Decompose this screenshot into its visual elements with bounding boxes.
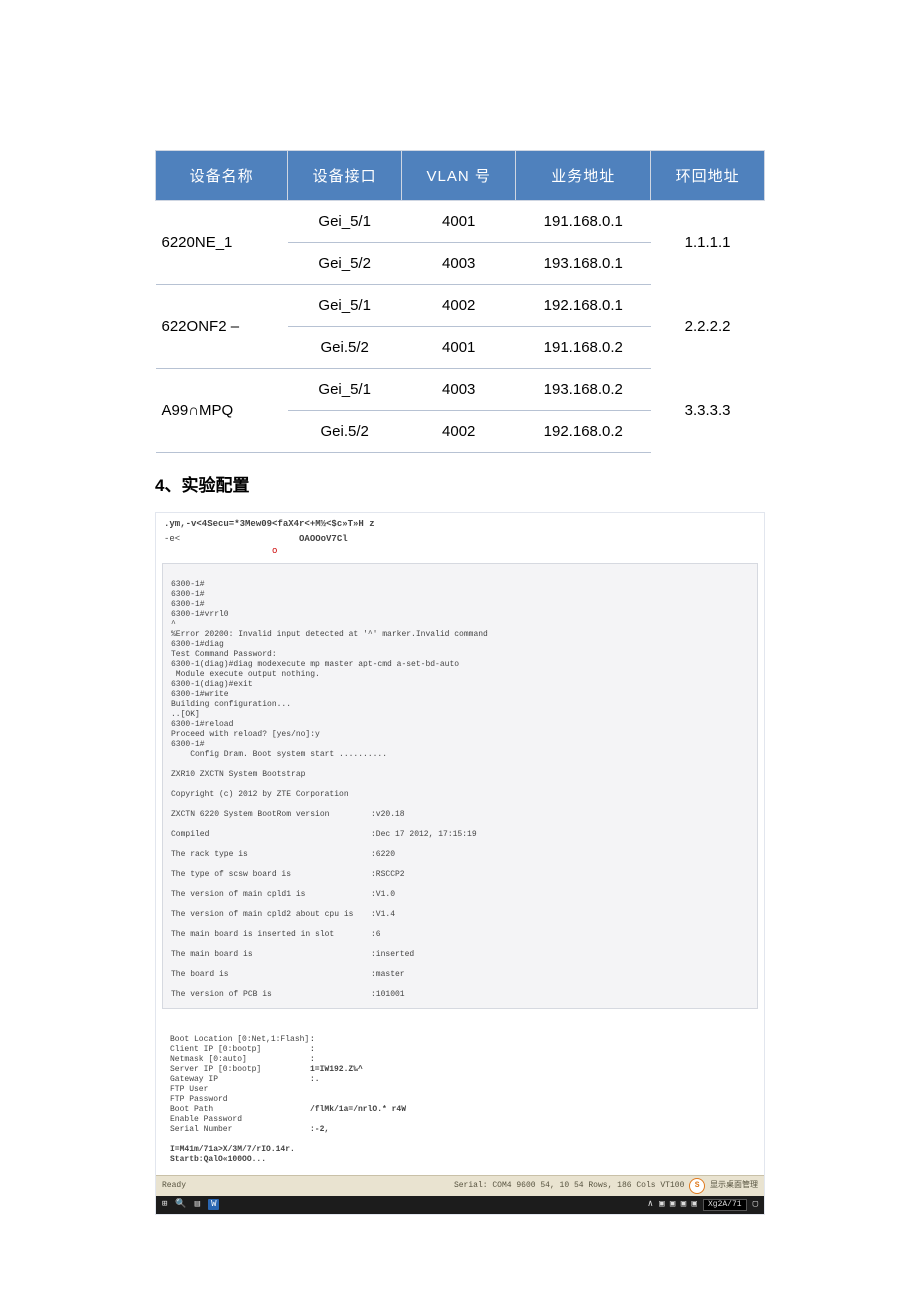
boot-row: Serial Number:-2, xyxy=(170,1125,329,1134)
cell-device: A99∩MPQ xyxy=(156,369,288,453)
device-table: 设备名称 设备接口 VLAN 号 业务地址 环回地址 6220NE_1Gei_5… xyxy=(155,150,765,453)
term-row: The main board is:inserted xyxy=(171,950,749,960)
boot-final-bold: I=M41m/71a>X/3M/7/rIO.14r. Startb:QalO«1… xyxy=(170,1145,295,1164)
term-row: The main board is inserted in slot:6 xyxy=(171,930,749,940)
boot-row: Boot Path/flMk/1a=/nrlO.* r4W xyxy=(170,1105,406,1114)
col-loop: 环回地址 xyxy=(651,151,765,201)
cell-device: 6220NE_1 xyxy=(156,201,288,285)
cell-device: 622ONF2 – xyxy=(156,285,288,369)
ime-tag: Xg2A/71 xyxy=(703,1199,747,1211)
term-row: The rack type is:6220 xyxy=(171,850,749,860)
boot-row: Enable Password xyxy=(170,1115,310,1124)
boot-row: Netmask [0:auto]: xyxy=(170,1055,315,1064)
cell-ifc: Gei.5/2 xyxy=(288,327,402,369)
terminal-output: 6300-1# 6300-1# 6300-1# 6300-1#vrrl0 ^ %… xyxy=(162,563,758,1009)
shot-sub-right: OAOOoV7Cl xyxy=(299,534,348,544)
cell-biz: 193.168.0.2 xyxy=(516,369,651,411)
tray-up-icon[interactable]: ∧ xyxy=(648,1199,653,1210)
cell-loopback: 1.1.1.1 xyxy=(651,201,765,285)
col-biz: 业务地址 xyxy=(516,151,651,201)
status-cn: 显示桌面管理 xyxy=(710,1181,758,1190)
red-dot-icon: o xyxy=(164,546,277,556)
col-ifc: 设备接口 xyxy=(288,151,402,201)
boot-row: Server IP [0:bootp]1=IW192.Z‰^ xyxy=(170,1065,363,1074)
col-device: 设备名称 xyxy=(156,151,288,201)
cell-vlan: 4001 xyxy=(402,327,516,369)
term-row: ZXCTN 6220 System BootRom version:v20.18 xyxy=(171,810,749,820)
status-bar: Ready Serial: COM4 9600 54, 10 54 Rows, … xyxy=(156,1175,764,1196)
cell-vlan: 4002 xyxy=(402,285,516,327)
windows-taskbar: ⊞ 🔍 ▤ W ∧ ▣ ▣ ▣ ▣ Xg2A/71 ▢ xyxy=(156,1196,764,1214)
cell-ifc: Gei_5/2 xyxy=(288,243,402,285)
cell-ifc: Gei_5/1 xyxy=(288,285,402,327)
word-icon[interactable]: W xyxy=(208,1199,219,1210)
status-serial: Serial: COM4 9600 54, 10 54 Rows, 186 Co… xyxy=(454,1181,684,1190)
term-row: Compiled:Dec 17 2012, 17:15:19 xyxy=(171,830,749,840)
cell-ifc: Gei.5/2 xyxy=(288,411,402,453)
cell-loopback: 3.3.3.3 xyxy=(651,369,765,453)
cell-vlan: 4001 xyxy=(402,201,516,243)
boot-row: Boot Location [0:Net,1:Flash]: xyxy=(170,1035,315,1044)
boot-row: FTP User xyxy=(170,1085,310,1094)
cell-ifc: Gei_5/1 xyxy=(288,369,402,411)
shot-subheader: -e< OAOOoV7Cl o xyxy=(156,530,764,559)
cell-biz: 192.168.0.1 xyxy=(516,285,651,327)
cell-vlan: 4003 xyxy=(402,369,516,411)
boot-row: Gateway IP:. xyxy=(170,1075,320,1084)
cell-vlan: 4003 xyxy=(402,243,516,285)
term-row: ZXR10 ZXCTN System Bootstrap xyxy=(171,770,749,780)
table-row: 622ONF2 –Gei_5/14002192.168.0.12.2.2.2 xyxy=(156,285,765,327)
col-vlan: VLAN 号 xyxy=(402,151,516,201)
cell-biz: 191.168.0.2 xyxy=(516,327,651,369)
term-row: The version of main cpld2 about cpu is:V… xyxy=(171,910,749,920)
shot-title-garbled: .ym,-v<4Secu=*3Mew09<faX4r<+M½<$c»T»H z xyxy=(156,513,764,530)
sogou-icon: S xyxy=(689,1178,705,1194)
term-row: The version of main cpld1 is:V1.0 xyxy=(171,890,749,900)
cell-biz: 192.168.0.2 xyxy=(516,411,651,453)
term-row: The type of scsw board is:RSCCP2 xyxy=(171,870,749,880)
shot-sub-left: -e< xyxy=(164,534,180,544)
terminal-text-block: 6300-1# 6300-1# 6300-1# 6300-1#vrrl0 ^ %… xyxy=(171,580,488,759)
status-ready: Ready xyxy=(162,1181,186,1191)
cell-loopback: 2.2.2.2 xyxy=(651,285,765,369)
taskview-icon[interactable]: ▤ xyxy=(195,1199,200,1210)
cell-biz: 191.168.0.1 xyxy=(516,201,651,243)
boot-params: Boot Location [0:Net,1:Flash]: Client IP… xyxy=(162,1033,758,1175)
boot-row: FTP Password xyxy=(170,1095,310,1104)
section-title: 4、实验配置 xyxy=(155,471,765,496)
tray-icons: ▣ ▣ ▣ ▣ xyxy=(659,1199,697,1210)
table-row: A99∩MPQGei_5/14003193.168.0.23.3.3.3 xyxy=(156,369,765,411)
table-header-row: 设备名称 设备接口 VLAN 号 业务地址 环回地址 xyxy=(156,151,765,201)
search-icon[interactable]: 🔍 xyxy=(175,1199,186,1210)
table-row: 6220NE_1Gei_5/14001191.168.0.11.1.1.1 xyxy=(156,201,765,243)
cell-vlan: 4002 xyxy=(402,411,516,453)
term-row: The version of PCB is:101001 xyxy=(171,990,749,1000)
term-row: The board is:master xyxy=(171,970,749,980)
term-row: Copyright (c) 2012 by ZTE Corporation xyxy=(171,790,749,800)
cell-biz: 193.168.0.1 xyxy=(516,243,651,285)
cell-ifc: Gei_5/1 xyxy=(288,201,402,243)
start-icon[interactable]: ⊞ xyxy=(162,1199,167,1210)
terminal-screenshot: .ym,-v<4Secu=*3Mew09<faX4r<+M½<$c»T»H z … xyxy=(155,512,765,1215)
boot-row: Client IP [0:bootp]: xyxy=(170,1045,315,1054)
notification-icon[interactable]: ▢ xyxy=(753,1199,758,1210)
